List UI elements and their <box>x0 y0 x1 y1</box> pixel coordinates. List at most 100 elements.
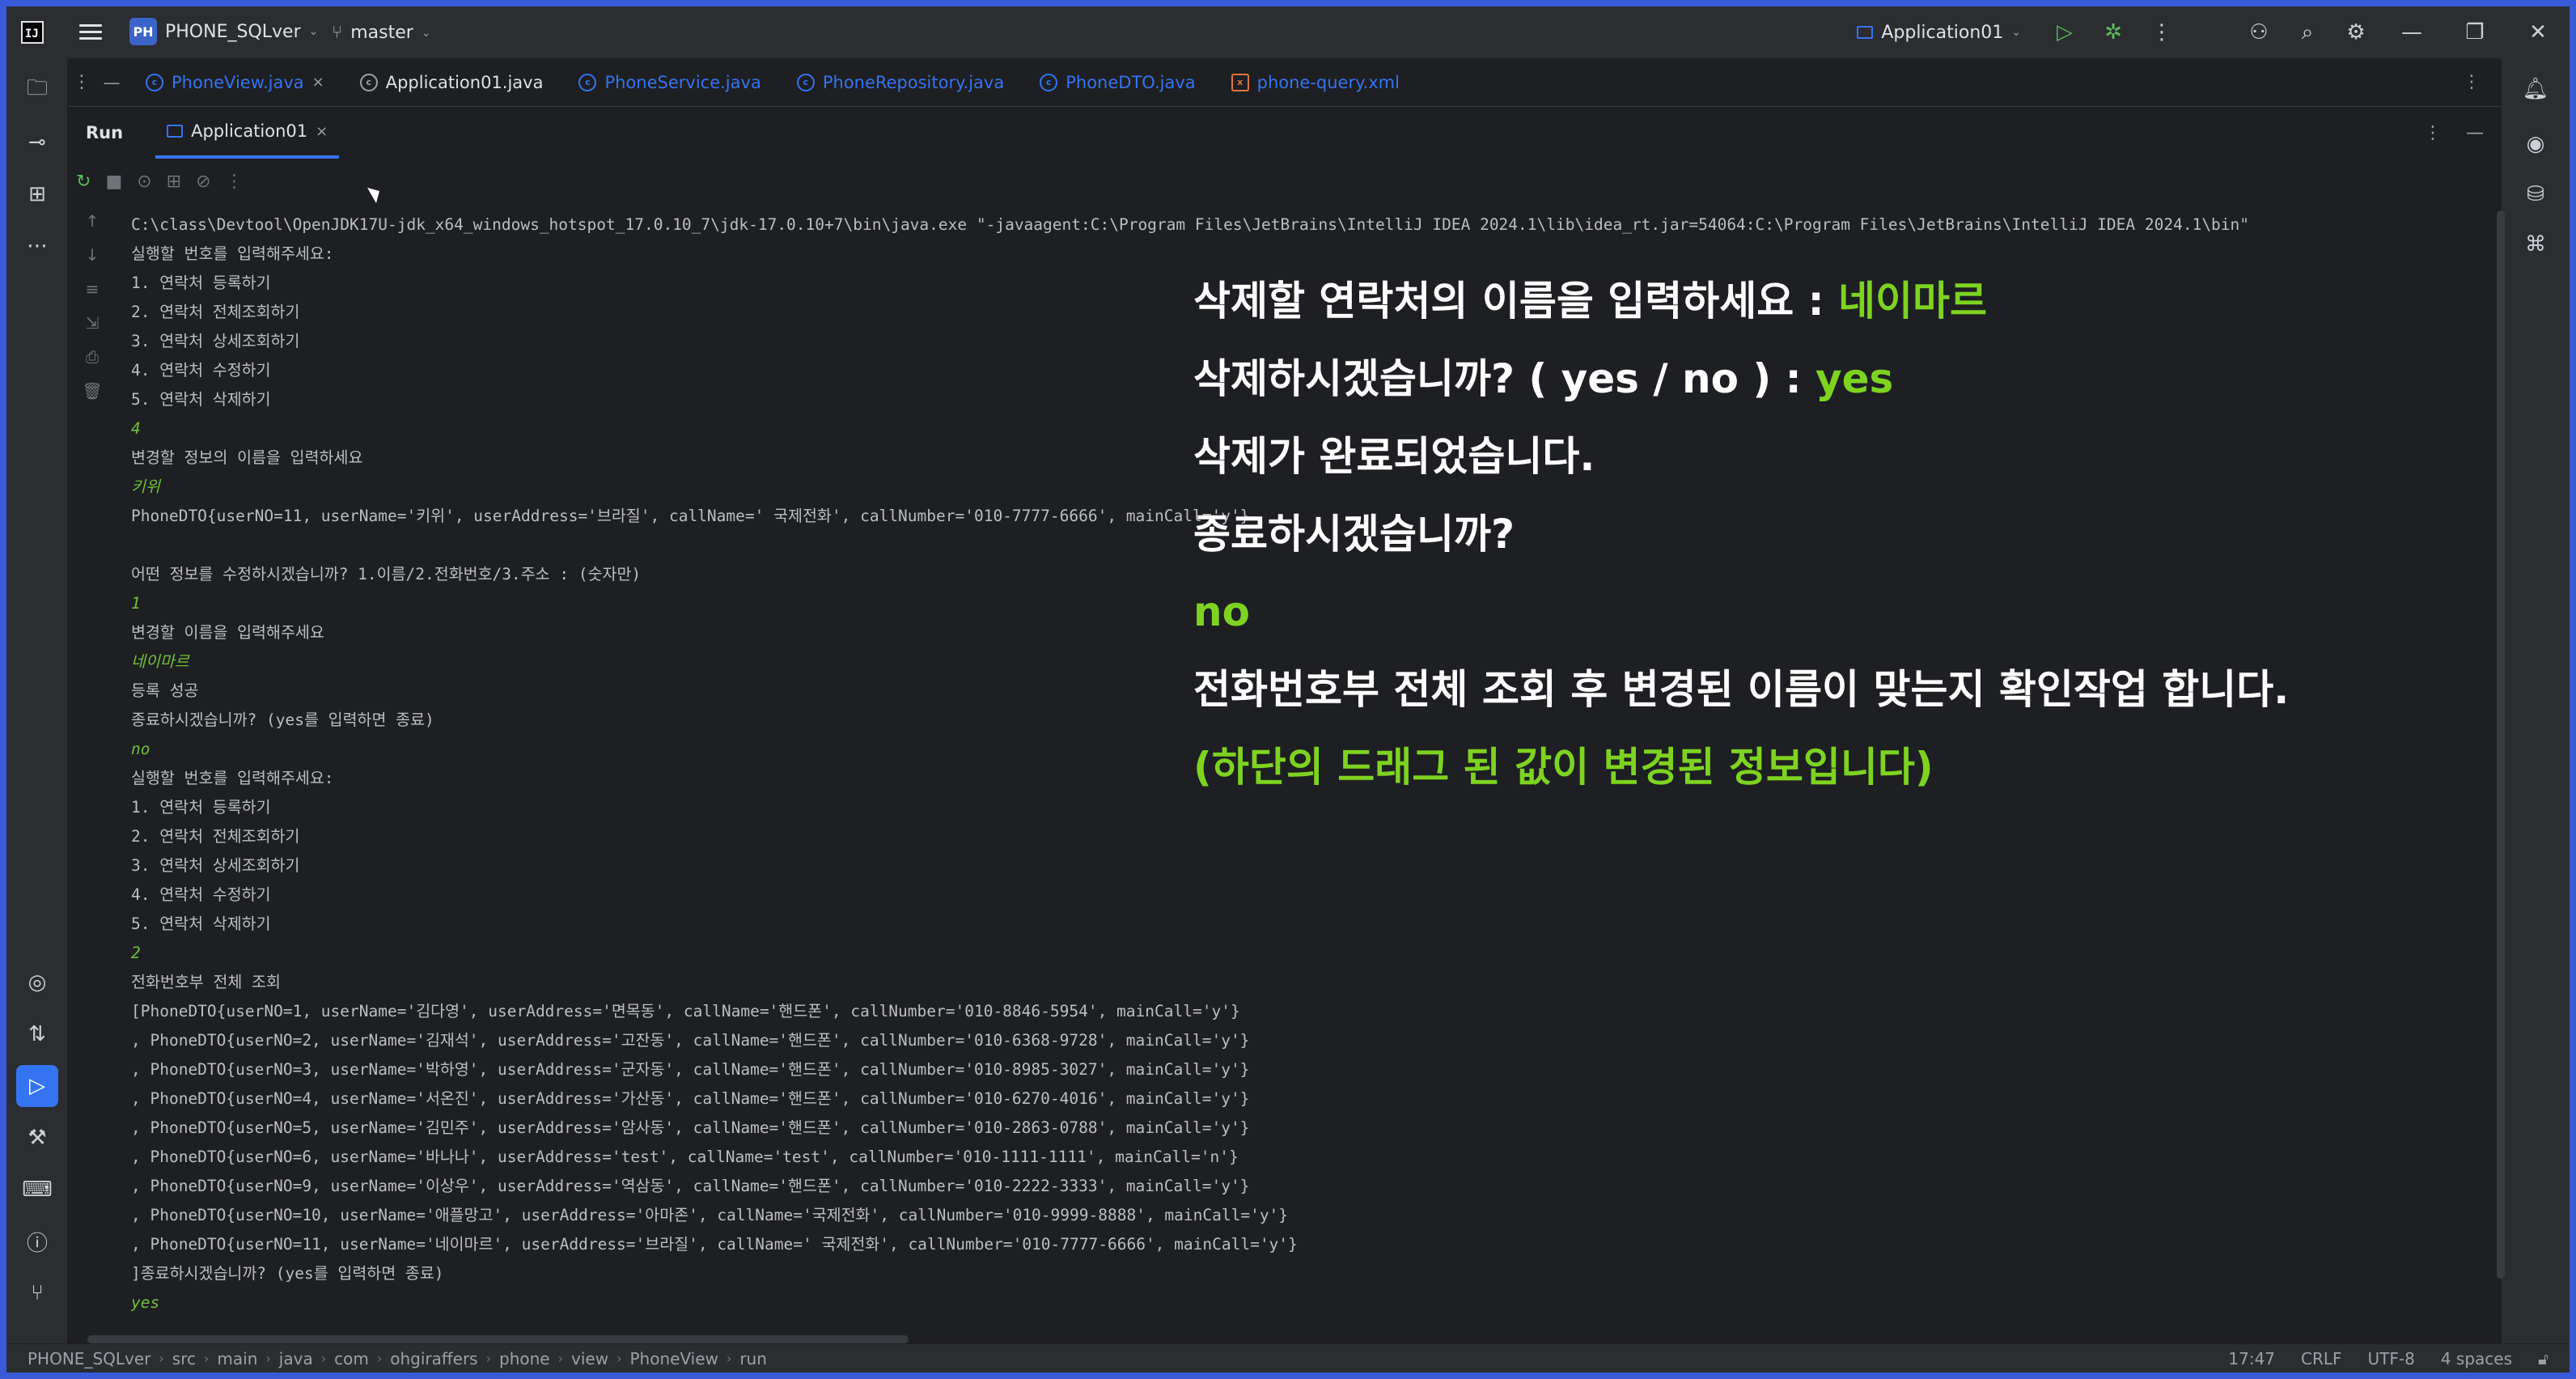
breadcrumb-item[interactable]: PhoneView <box>629 1349 718 1368</box>
rerun-icon[interactable]: ↻ <box>76 172 91 192</box>
gradle-icon[interactable]: ⌘ <box>2515 223 2557 265</box>
run-options-icon[interactable]: ⋮ <box>2424 123 2442 143</box>
more-icon[interactable]: ⋮ <box>226 172 244 192</box>
terminal-icon[interactable]: ⌨ <box>16 1169 58 1211</box>
breadcrumb-item[interactable]: run <box>739 1349 767 1368</box>
pin-icon[interactable]: ⊘ <box>196 172 210 192</box>
tabs-menu-icon[interactable]: ⋮ <box>68 72 95 92</box>
tutorial-overlay: 삭제할 연락처의 이름을 입력하세요 : 네이마르 삭제하시겠습니까? ( yes… <box>1193 262 2455 806</box>
camera-icon[interactable]: ⊙ <box>137 172 151 192</box>
console-output-line: 전화번호부 전체 조회 <box>131 973 281 991</box>
breadcrumb-item[interactable]: ohgiraffers <box>390 1349 477 1368</box>
console-output-line: , PhoneDTO{userNO=3, userName='박하영', use… <box>131 1060 1250 1079</box>
minimize-icon[interactable]: — <box>2380 6 2443 58</box>
run-tool-icon[interactable]: ▷ <box>16 1065 58 1107</box>
console-output-line: , PhoneDTO{userNO=9, userName='이상우', use… <box>131 1177 1250 1195</box>
tab-phonedto-java[interactable]: c PhoneDTO.java <box>1022 58 1213 107</box>
hide-icon[interactable]: — <box>95 73 128 92</box>
console-output-line: 5. 연락처 삭제하기 <box>131 914 271 933</box>
stop-icon[interactable]: ■ <box>105 172 122 192</box>
database-icon[interactable]: ⛁ <box>2515 173 2557 215</box>
console-output-line: C:\class\Devtool\OpenJDK17U-jdk_x64_wind… <box>131 215 2250 234</box>
chevron-down-icon: ⌄ <box>2011 26 2021 39</box>
scroll-to-end-icon[interactable]: ⇲ <box>68 306 117 340</box>
scroll-down-icon[interactable]: ↓ <box>68 238 117 272</box>
breadcrumb-separator-icon: › <box>376 1351 383 1366</box>
tab-phoneview-java[interactable]: c PhoneView.java × <box>128 58 342 107</box>
readonly-lock-icon[interactable]: 🔓︎ <box>2538 1349 2548 1368</box>
build-hammer-icon[interactable]: ⚒ <box>16 1117 58 1159</box>
notifications-bell-icon[interactable]: 🔔︎ <box>2515 68 2557 110</box>
problems-icon[interactable]: ⓘ <box>16 1220 58 1262</box>
debug-icon[interactable]: ✲ <box>2089 6 2137 58</box>
editor-options-icon[interactable]: ⋮ <box>2463 72 2481 92</box>
commit-icon[interactable]: ⊸ <box>16 121 58 163</box>
caret-position[interactable]: 17:47 <box>2228 1349 2275 1368</box>
run-config-selector[interactable]: Application01 ⌄ <box>1857 23 2021 43</box>
project-badge: PH <box>129 18 157 45</box>
project-selector[interactable]: PH PHONE_SQLver ⌄ <box>129 18 318 45</box>
tab-application01-java[interactable]: c Application01.java <box>342 58 561 107</box>
restore-icon[interactable]: ❐ <box>2443 6 2506 58</box>
intellij-logo-icon[interactable]: IJ <box>21 21 44 44</box>
settings-gear-icon[interactable]: ⚙ <box>2332 6 2380 58</box>
tab-phonerepository-java[interactable]: c PhoneRepository.java <box>779 58 1022 107</box>
project-folder-icon[interactable]: 🗀 <box>16 70 58 112</box>
app-config-icon <box>167 125 184 138</box>
java-app-icon: c <box>359 73 378 91</box>
breadcrumb-item[interactable]: view <box>571 1349 608 1368</box>
structure-icon[interactable]: ⊞ <box>16 173 58 215</box>
breadcrumb-item[interactable]: java <box>279 1349 313 1368</box>
breadcrumb-item[interactable]: main <box>217 1349 257 1368</box>
java-class-icon: c <box>796 73 815 91</box>
horizontal-scrollbar[interactable] <box>87 1335 909 1343</box>
soft-wrap-icon[interactable]: ≡ <box>68 272 117 306</box>
branch-selector[interactable]: ⑂ master ⌄ <box>332 23 431 43</box>
project-name: PHONE_SQLver <box>165 21 301 42</box>
more-tools-icon[interactable]: ⋯ <box>16 225 58 267</box>
run-panel-title: Run <box>86 123 124 142</box>
add-user-icon[interactable]: ⚇ <box>2235 6 2283 58</box>
line-separator[interactable]: CRLF <box>2301 1349 2342 1368</box>
ai-assistant-icon[interactable]: ◉ <box>2515 123 2557 165</box>
console-output-line: 2. 연락처 전체조회하기 <box>131 827 300 846</box>
file-encoding[interactable]: UTF-8 <box>2368 1349 2415 1368</box>
tab-phoneservice-java[interactable]: c PhoneService.java <box>561 58 778 107</box>
console-output-line: , PhoneDTO{userNO=2, userName='김재석', use… <box>131 1031 1250 1050</box>
clear-trash-icon[interactable]: 🗑︎ <box>68 374 117 408</box>
close-window-icon[interactable]: ✕ <box>2506 6 2570 58</box>
services-icon[interactable]: ◎ <box>16 961 58 1003</box>
layout-icon[interactable]: ⊞ <box>167 172 181 192</box>
java-class-icon: c <box>146 73 163 91</box>
overlay-line: 삭제가 완료되었습니다. <box>1193 418 2455 495</box>
java-class-icon: c <box>1040 73 1058 91</box>
breadcrumb-separator-icon: › <box>265 1351 271 1366</box>
main-menu-icon[interactable] <box>79 24 102 40</box>
print-icon[interactable]: ⎙ <box>68 340 117 374</box>
tab-label: PhoneView.java <box>172 72 304 92</box>
close-tab-icon[interactable]: × <box>312 74 324 91</box>
breadcrumb-item[interactable]: PHONE_SQLver <box>28 1349 150 1368</box>
left-tool-strip: 🗀 ⊸ ⊞ ⋯ ◎ ⇅ ▷ ⚒ ⌨ ⓘ ⑂ <box>6 58 68 1343</box>
status-bar: PHONE_SQLver › src › main › java › com › ohgiraffe… <box>6 1343 2570 1373</box>
run-icon[interactable]: ▷ <box>2040 6 2089 58</box>
console-output-line: , PhoneDTO{userNO=5, userName='김민주', use… <box>131 1118 1250 1137</box>
pull-requests-icon[interactable]: ⇅ <box>16 1013 58 1055</box>
tab-phone-query-xml[interactable]: x phone-query.xml <box>1214 58 1417 107</box>
close-tab-icon[interactable]: × <box>316 123 328 140</box>
overlay-highlight: (하단의 드래그 된 값이 변경된 정보입니다) <box>1193 744 1934 791</box>
indent-setting[interactable]: 4 spaces <box>2441 1349 2512 1368</box>
hide-panel-icon[interactable]: — <box>2466 123 2484 143</box>
breadcrumb-item[interactable]: com <box>334 1349 369 1368</box>
scroll-up-icon[interactable]: ↑ <box>68 204 117 238</box>
search-icon[interactable]: ⌕ <box>2283 6 2332 58</box>
run-tab-label: Application01 <box>191 121 308 141</box>
overlay-line: 종료하시겠습니까? <box>1193 495 2455 573</box>
more-actions-icon[interactable]: ⋮ <box>2137 6 2186 58</box>
overlay-text: 삭제하시겠습니까? ( yes / no ) : <box>1193 355 1816 402</box>
vertical-scrollbar[interactable] <box>2497 210 2505 1279</box>
git-icon[interactable]: ⑂ <box>16 1272 58 1314</box>
breadcrumb-item[interactable]: phone <box>499 1349 550 1368</box>
run-tab-application01[interactable]: Application01 × <box>155 107 340 159</box>
breadcrumb-item[interactable]: src <box>172 1349 196 1368</box>
